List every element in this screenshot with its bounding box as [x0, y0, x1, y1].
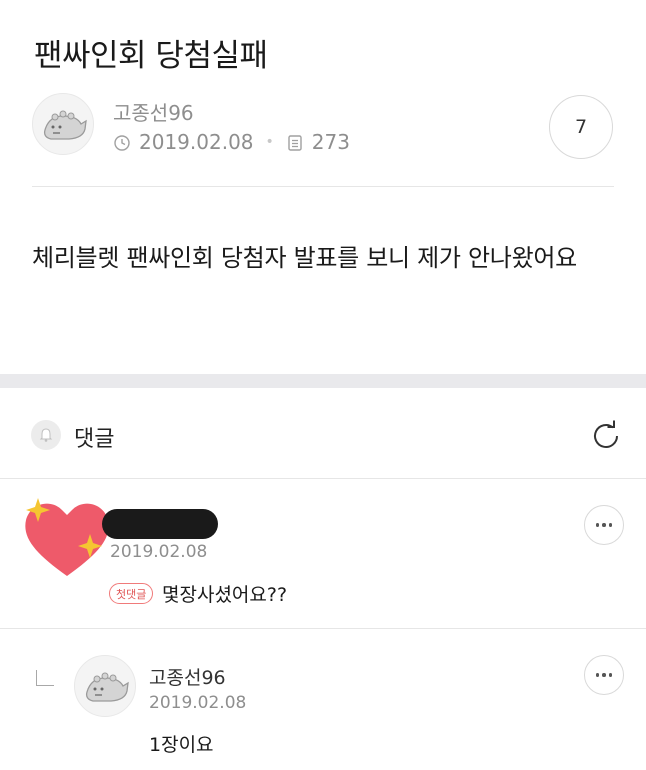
comment-count-button[interactable]: 7 [549, 95, 613, 159]
reply-date: 2019.02.08 [149, 693, 247, 713]
clock-icon [113, 133, 131, 151]
post-date: 2019.02.08 [139, 130, 254, 154]
more-icon[interactable] [584, 505, 624, 545]
section-separator [0, 374, 646, 388]
redacted-username [102, 509, 218, 539]
divider [0, 628, 646, 629]
divider [32, 186, 614, 187]
author-avatar[interactable] [32, 93, 94, 155]
divider [0, 478, 646, 479]
reply-avatar[interactable] [74, 655, 136, 717]
author-name[interactable]: 고종선96 [113, 97, 194, 126]
comment-section-title: 댓글 [74, 427, 115, 452]
meta-separator: • [265, 134, 274, 150]
reply-text: 1장이요 [149, 734, 214, 756]
reply-author[interactable]: 고종선96 [149, 663, 226, 690]
document-icon [286, 133, 304, 151]
comment-header: 댓글 [0, 388, 646, 478]
post-views: 273 [311, 130, 350, 154]
reply-arrow-icon [36, 670, 54, 686]
more-icon[interactable] [584, 655, 624, 695]
comment-text: 몇장사셨어요?? [162, 584, 288, 606]
post-meta: 2019.02.08 • 273 [113, 130, 350, 154]
first-comment-badge: 첫댓글 [109, 583, 154, 604]
refresh-icon[interactable] [588, 418, 624, 454]
comment-date: 2019.02.08 [110, 542, 208, 562]
post-body: 체리블렛 팬싸인회 당첨자 발표를 보니 제가 안나왔어요 [32, 244, 577, 272]
bell-icon[interactable] [31, 420, 61, 450]
heart-avatar[interactable] [16, 488, 118, 584]
post-title: 팬싸인회 당첨실패 [34, 38, 268, 74]
